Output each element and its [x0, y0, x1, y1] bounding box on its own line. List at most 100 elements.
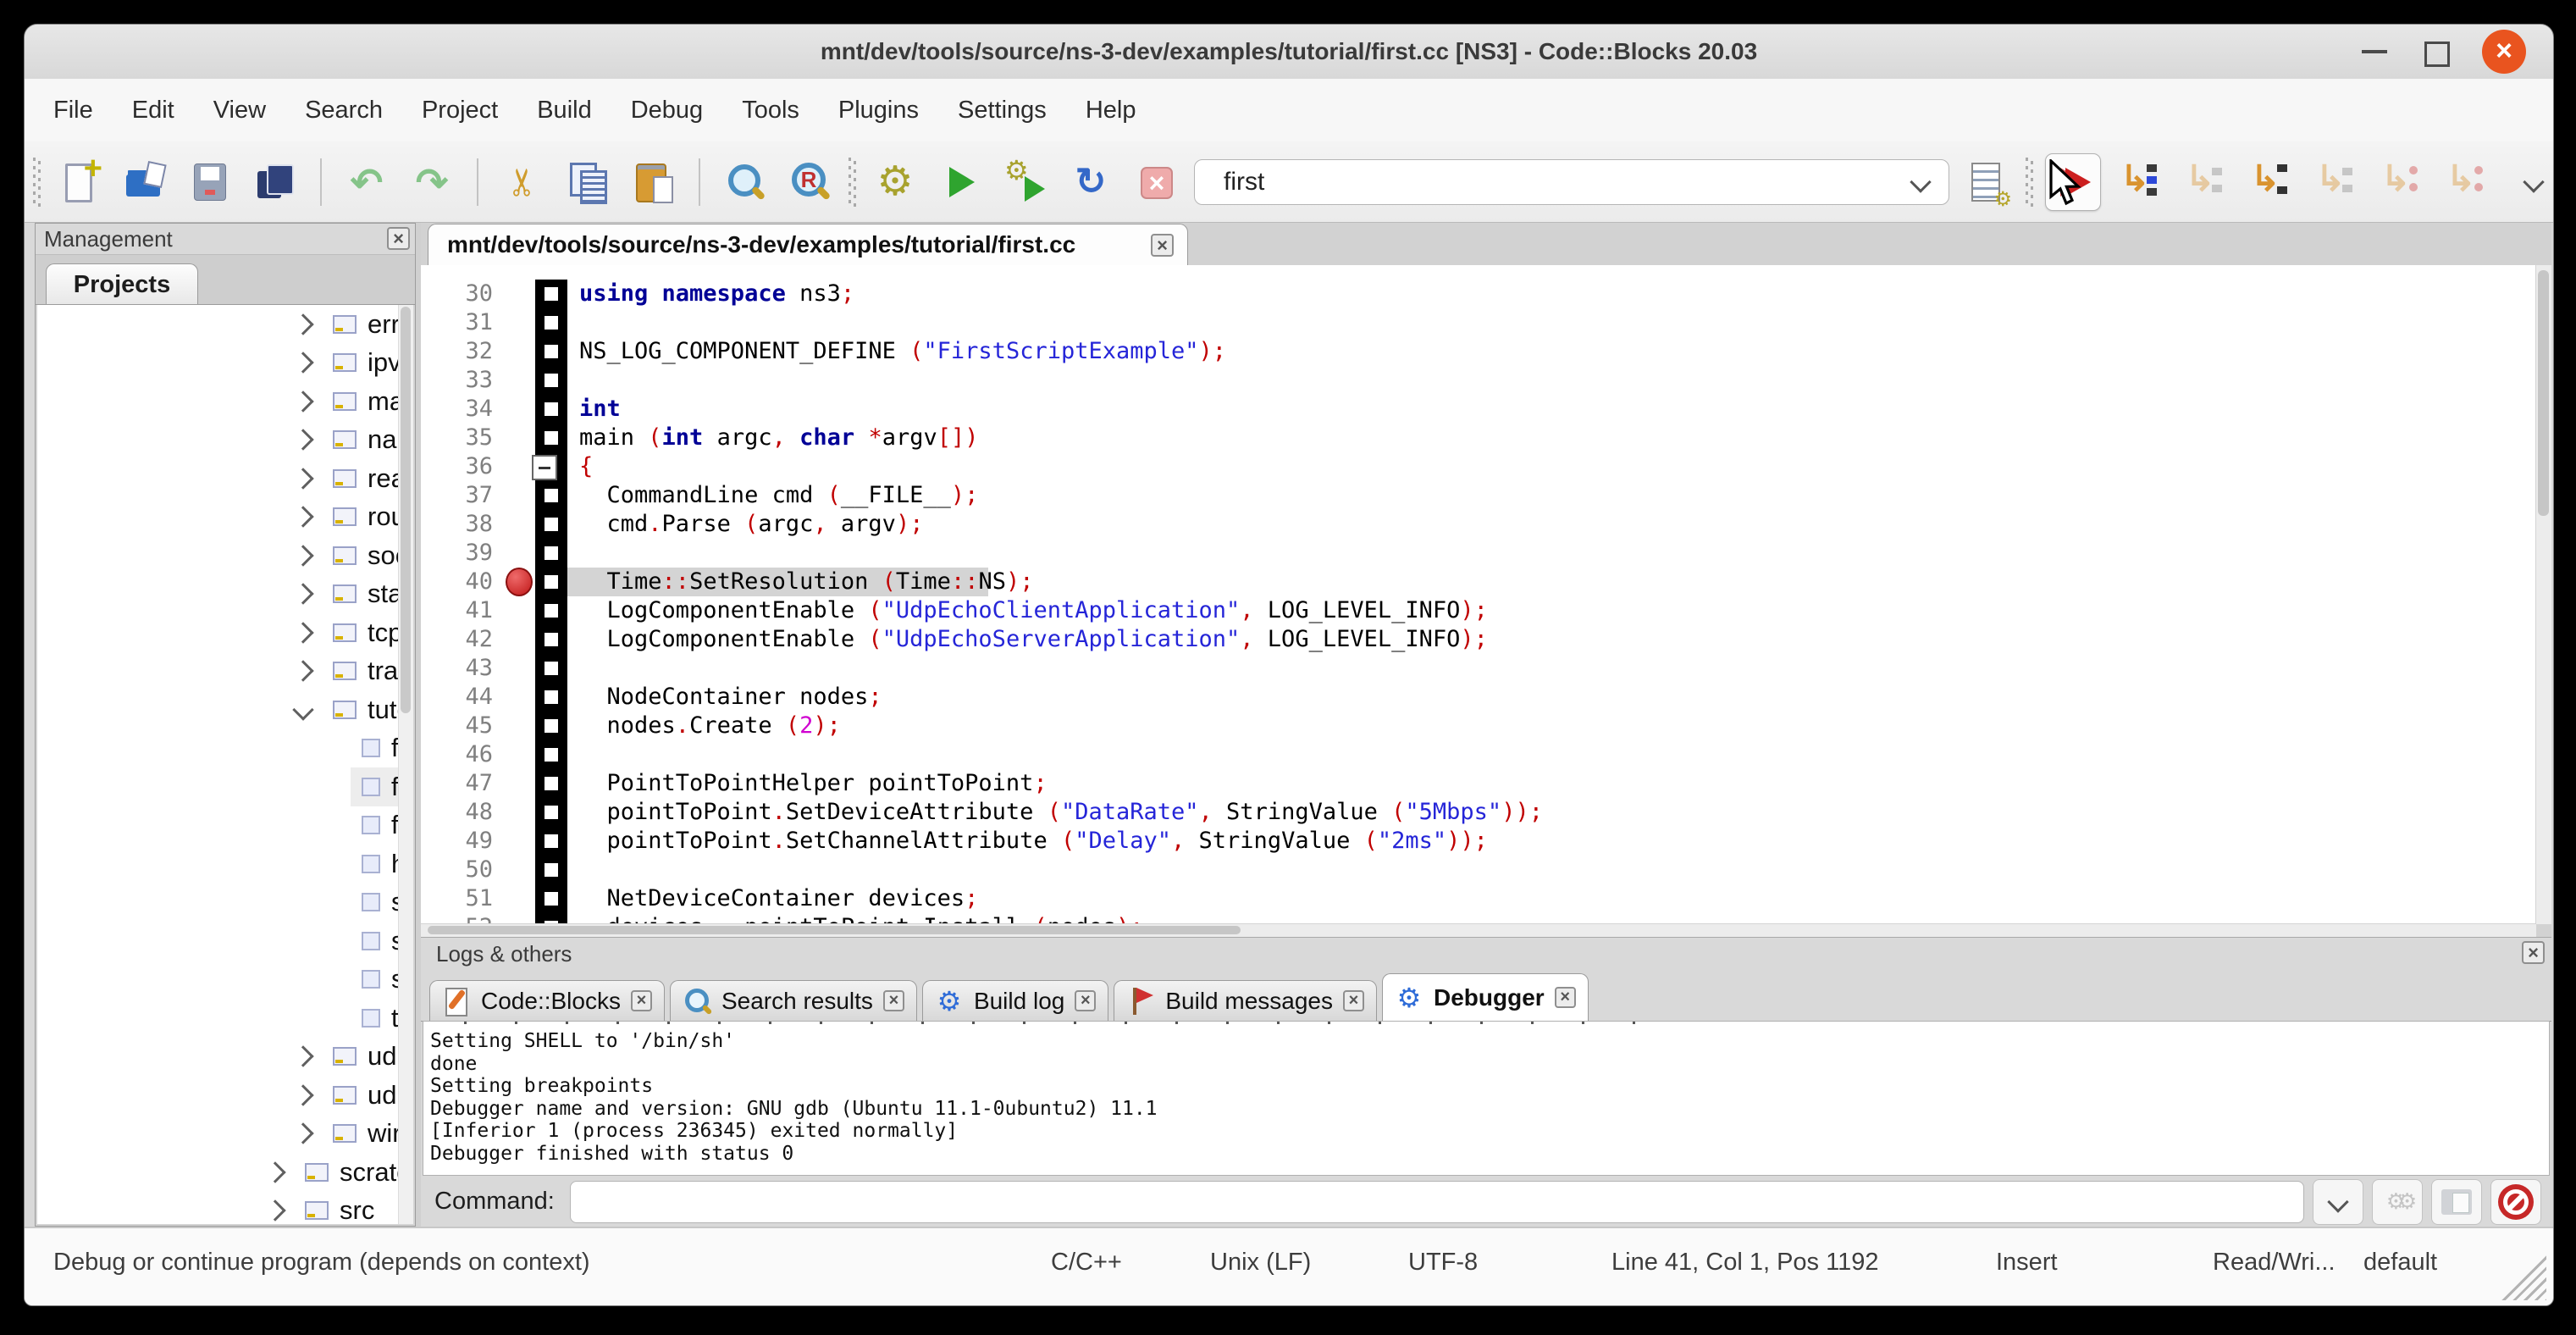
editor-hscrollbar[interactable]	[421, 923, 2536, 937]
rebuild-button[interactable]	[1064, 154, 1118, 210]
chevron-down-icon[interactable]	[1910, 171, 1931, 192]
breakpoint-margin[interactable]	[503, 481, 535, 510]
line-number[interactable]: 45	[421, 712, 503, 740]
code-line-51[interactable]: 51 NetDeviceContainer devices;	[421, 884, 2536, 913]
tab-close-icon[interactable]	[1075, 990, 1096, 1011]
editor-tab-close-icon[interactable]	[1151, 234, 1174, 257]
code-line-44[interactable]: 44 NodeContainer nodes;	[421, 683, 2536, 712]
breakpoint-margin[interactable]	[503, 654, 535, 683]
line-number[interactable]: 31	[421, 308, 503, 337]
search-options-button[interactable]	[1960, 154, 2015, 210]
tab-build-messages[interactable]: Build messages	[1114, 980, 1377, 1021]
tree-item-stat[interactable]: stat	[37, 575, 413, 614]
tree-item-fif[interactable]: fif	[37, 729, 413, 768]
line-number[interactable]: 46	[421, 740, 503, 769]
breakpoint-margin[interactable]	[503, 395, 535, 424]
abort-build-button[interactable]	[1129, 154, 1183, 210]
line-number[interactable]: 50	[421, 856, 503, 884]
step-into-instruction-button[interactable]	[2438, 154, 2492, 210]
breakpoint-margin[interactable]	[503, 740, 535, 769]
breakpoint-margin[interactable]	[503, 683, 535, 712]
tab-build-log[interactable]: Build log	[922, 980, 1108, 1021]
title-bar[interactable]: mnt/dev/tools/source/ns-3-dev/examples/t…	[25, 25, 2553, 80]
next-instruction-button[interactable]	[2373, 154, 2427, 210]
tree-scrollbar[interactable]	[398, 305, 413, 1224]
chevron-right-icon[interactable]	[292, 468, 313, 489]
code-line-40[interactable]: 40 Time::SetResolution (Time::NS);	[421, 568, 2536, 596]
menu-item-tools[interactable]: Tools	[742, 97, 799, 125]
tree-item-scratch[interactable]: scratch	[37, 1153, 413, 1192]
breakpoint-margin[interactable]	[503, 827, 535, 856]
step-into-button[interactable]	[2242, 154, 2297, 210]
command-input[interactable]	[570, 1181, 2304, 1223]
editor-vscrollbar-thumb[interactable]	[2538, 270, 2549, 516]
cut-button[interactable]	[496, 154, 550, 210]
build-button[interactable]	[868, 154, 922, 210]
tab-code-blocks[interactable]: Code::Blocks	[429, 980, 665, 1021]
code-line-41[interactable]: 41 LogComponentEnable ("UdpEchoClientApp…	[421, 596, 2536, 625]
chevron-right-icon[interactable]	[292, 313, 313, 335]
line-number[interactable]: 43	[421, 654, 503, 683]
breakpoint-icon[interactable]	[506, 568, 533, 596]
run-to-cursor-button[interactable]	[2112, 154, 2166, 210]
code-line-33[interactable]: 33	[421, 366, 2536, 395]
find-button[interactable]	[718, 154, 772, 210]
breakpoint-margin[interactable]	[503, 366, 535, 395]
chevron-right-icon[interactable]	[264, 1161, 285, 1183]
line-number[interactable]: 41	[421, 596, 503, 625]
tab-search-results[interactable]: Search results	[670, 980, 917, 1021]
chevron-right-icon[interactable]	[292, 352, 313, 374]
line-number[interactable]: 37	[421, 481, 503, 510]
resize-grip[interactable]	[2499, 1253, 2546, 1300]
editor-hscrollbar-thumb[interactable]	[428, 926, 1241, 934]
chevron-right-icon[interactable]	[292, 622, 313, 643]
line-number[interactable]: 42	[421, 625, 503, 654]
chevron-right-icon[interactable]	[292, 584, 313, 605]
tab-close-icon[interactable]	[883, 990, 904, 1011]
tree-item-ipv6[interactable]: ipv6	[37, 344, 413, 383]
breakpoint-margin[interactable]	[503, 625, 535, 654]
debug-settings-button[interactable]	[2372, 1179, 2423, 1225]
code-line-49[interactable]: 49 pointToPoint.SetChannelAttribute ("De…	[421, 827, 2536, 856]
line-number[interactable]: 36	[421, 452, 503, 481]
tree-item-rout[interactable]: rout	[37, 498, 413, 537]
save-all-button[interactable]	[248, 154, 302, 210]
menu-item-help[interactable]: Help	[1086, 97, 1136, 125]
menu-item-file[interactable]: File	[53, 97, 93, 125]
tree-item-traf[interactable]: traf	[37, 652, 413, 691]
chevron-right-icon[interactable]	[264, 1200, 285, 1221]
toolbar-grip[interactable]	[2026, 158, 2034, 207]
tab-projects[interactable]: Projects	[46, 263, 198, 304]
line-number[interactable]: 33	[421, 366, 503, 395]
tree-item-real[interactable]: real	[37, 459, 413, 498]
menu-item-project[interactable]: Project	[422, 97, 498, 125]
toolbar-overflow-button[interactable]	[2514, 174, 2553, 190]
chevron-right-icon[interactable]	[292, 1123, 313, 1144]
code-line-35[interactable]: 35main (int argc, char *argv[])	[421, 424, 2536, 452]
chevron-right-icon[interactable]	[292, 391, 313, 412]
chevron-right-icon[interactable]	[292, 507, 313, 528]
breakpoint-margin[interactable]	[503, 424, 535, 452]
code-line-36[interactable]: 36{	[421, 452, 2536, 481]
command-history-button[interactable]	[2313, 1179, 2363, 1225]
undo-button[interactable]	[340, 154, 394, 210]
maximize-icon[interactable]	[2424, 42, 2450, 67]
code-line-45[interactable]: 45 nodes.Create (2);	[421, 712, 2536, 740]
tree-item-wire[interactable]: wire	[37, 1115, 413, 1154]
toolbar-grip[interactable]	[33, 158, 41, 207]
tree-item-he[interactable]: he	[37, 845, 413, 884]
tree-item-fir[interactable]: fir	[37, 767, 413, 806]
copy-log-button[interactable]	[2431, 1179, 2482, 1225]
step-out-button[interactable]	[2308, 154, 2362, 210]
tree-item-udp-[interactable]: udp-	[37, 1076, 413, 1115]
tree-item-nam[interactable]: nam	[37, 421, 413, 460]
menu-item-search[interactable]: Search	[305, 97, 383, 125]
close-icon[interactable]: ×	[2482, 30, 2526, 74]
breakpoint-margin[interactable]	[503, 280, 535, 308]
breakpoint-margin[interactable]	[503, 452, 535, 481]
menu-item-edit[interactable]: Edit	[132, 97, 174, 125]
tree-item-udp[interactable]: udp	[37, 1038, 413, 1077]
tab-close-icon[interactable]	[1555, 987, 1576, 1008]
open-file-button[interactable]	[118, 154, 172, 210]
tree-item-tcp[interactable]: tcp	[37, 613, 413, 652]
